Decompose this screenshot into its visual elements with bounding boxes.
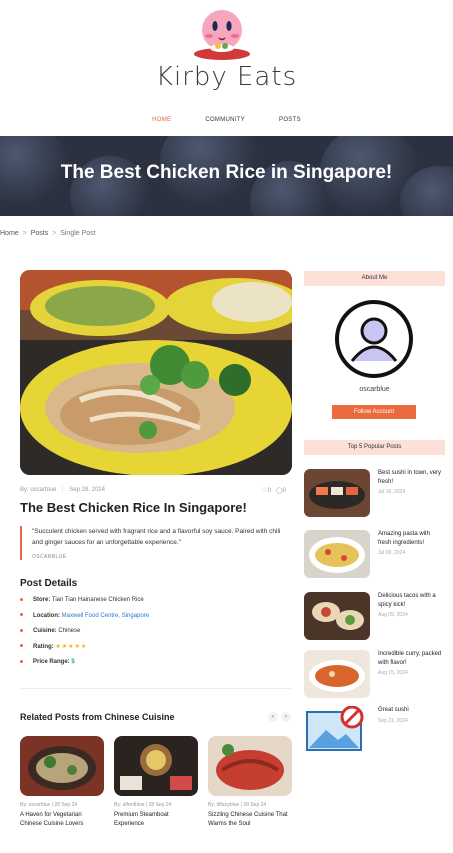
post-title: The Best Chicken Rice In Singapore! [20,500,247,515]
post-author[interactable]: By: oscarblue [20,487,56,493]
follow-account-button[interactable]: Follow Account [332,405,416,419]
related-post-card[interactable]: By: oscarblue | 28 Sep 24 A Haven for Ve… [20,736,104,829]
popular-post-title[interactable]: Incredible curry, packed with flavor! [378,650,445,668]
related-post-title[interactable]: Sizzling Chinese Cuisine That Warms the … [208,811,292,829]
chevron-right-icon[interactable]: › [281,712,291,722]
rating-stars: ★★★★★ [55,643,88,650]
popular-heading: Top 5 Popular Posts [304,440,445,455]
hero-title: The Best Chicken Rice in Singapore! [60,162,393,183]
details-heading: Post Details [20,578,78,589]
related-post-meta: By: oscarblue | 28 Sep 24 [20,802,78,808]
detail-price: Price Range: $ [20,656,149,672]
price-value: $ [71,659,75,665]
nav-home[interactable]: HOME [152,117,171,123]
user-avatar-icon[interactable] [334,299,414,379]
comment-icon[interactable]: ◯ [276,488,283,494]
like-count: 0 [267,488,271,494]
popular-post-image[interactable] [304,650,370,698]
divider [20,688,292,689]
cuisine-value: Chinese [58,628,81,634]
kirby-logo[interactable] [190,6,254,62]
popular-post-item[interactable]: Best sushi in town, very fresh! Jul 16, … [304,469,445,519]
breadcrumb-separator: > [22,230,27,237]
breadcrumb-separator: > [52,230,57,237]
related-post-title[interactable]: Premium Steamboat Experience [114,811,198,829]
quote-text: "Succulent chicken served with fragrant … [32,528,281,546]
chevron-left-icon[interactable]: ‹ [268,712,278,722]
popular-post-title[interactable]: Amazing pasta with fresh ingredients! [378,530,445,548]
quote-author: OSCARBLUE [32,554,67,560]
related-post-meta: By: alfredblue | 28 Sep 24 [114,802,172,808]
location-link[interactable]: Maxwell Food Centre, Singapore [62,613,149,619]
nav-posts[interactable]: POSTS [279,117,301,123]
popular-post-title[interactable]: Delicious tacos with a spicy kick! [378,592,445,610]
hero-banner: The Best Chicken Rice in Singapore! [0,136,453,216]
popular-post-image[interactable] [304,530,370,578]
popular-post-item[interactable]: Great sushi Sep 21, 2024 [304,706,445,756]
popular-post-title[interactable]: Best sushi in town, very fresh! [378,469,445,487]
post-meta: By: oscarblue | Sep 28, 2024 ♡0 ◯0 [20,487,286,494]
popular-post-date: Jul 16, 2024 [378,489,406,495]
site-brand[interactable]: Kirby Eats [0,62,453,92]
related-post-meta: By: tiffanyblue | 28 Sep 24 [208,802,267,808]
post-quote: "Succulent chicken served with fragrant … [20,526,290,560]
breadcrumb-home[interactable]: Home [0,230,19,237]
breadcrumb: Home > Posts > Single Post [0,230,96,237]
detail-cuisine: Cuisine: Chinese [20,625,149,641]
related-carousel-controls: ‹ › [268,712,291,722]
detail-location: Location: Maxwell Food Centre, Singapore [20,610,149,626]
popular-post-date: Aug 15, 2024 [378,670,408,676]
popular-post-item[interactable]: Incredible curry, packed with flavor! Au… [304,650,445,700]
related-post-image[interactable] [208,736,292,796]
related-post-image[interactable] [114,736,198,796]
nav-community[interactable]: COMMUNITY [205,117,245,123]
breadcrumb-current: Single Post [60,230,96,237]
detail-store: Store: Tian Tian Hainanese Chicken Rice [20,594,149,610]
popular-post-image[interactable] [304,592,370,640]
breadcrumb-posts[interactable]: Posts [31,230,49,237]
main-nav: HOME COMMUNITY POSTS [0,117,453,123]
related-post-image[interactable] [20,736,104,796]
popular-post-date: Aug 09, 2024 [378,612,408,618]
sidebar-username[interactable]: oscarblue [304,386,445,393]
image-placeholder-icon[interactable] [304,706,370,754]
post-date: Sep 28, 2024 [69,487,105,493]
detail-rating: Rating: ★★★★★ [20,641,149,657]
popular-post-image[interactable] [304,469,370,517]
popular-post-date: Sep 21, 2024 [378,718,408,724]
popular-post-item[interactable]: Amazing pasta with fresh ingredients! Ju… [304,530,445,580]
popular-post-title[interactable]: Great sushi [378,706,445,715]
about-heading: About Me [304,271,445,286]
post-details-list: Store: Tian Tian Hainanese Chicken Rice … [20,594,149,672]
comment-count: 0 [282,488,286,494]
popular-post-item[interactable]: Delicious tacos with a spicy kick! Aug 0… [304,592,445,642]
related-post-card[interactable]: By: alfredblue | 28 Sep 24 Premium Steam… [114,736,198,829]
related-post-title[interactable]: A Haven for Vegetarian Chinese Cuisine L… [20,811,104,829]
store-value: Tian Tian Hainanese Chicken Rice [51,597,144,603]
related-post-card[interactable]: By: tiffanyblue | 28 Sep 24 Sizzling Chi… [208,736,292,829]
related-heading: Related Posts from Chinese Cuisine [20,712,175,722]
popular-post-date: Jul 09, 2024 [378,550,406,556]
post-main-image [20,270,292,475]
